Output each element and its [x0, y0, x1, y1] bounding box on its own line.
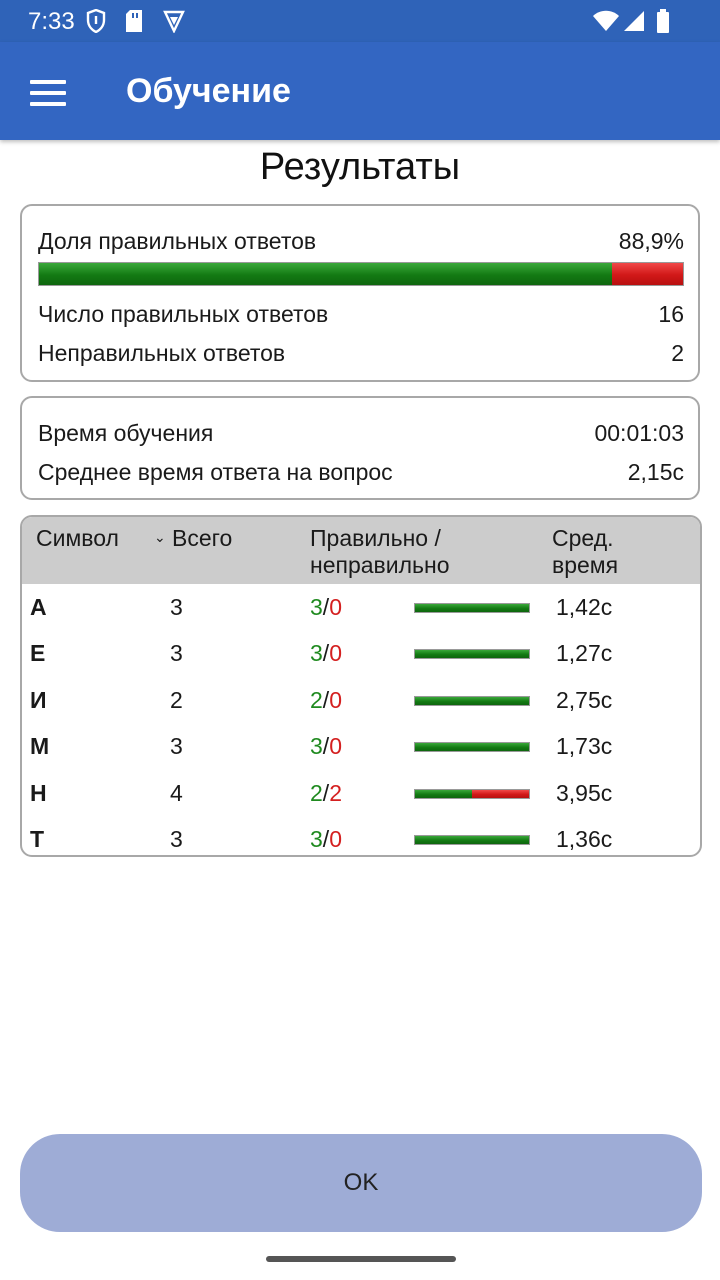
row-progress-correct — [415, 650, 529, 658]
row-symbol: И — [30, 687, 47, 713]
row-wrong-count: 0 — [329, 826, 342, 852]
row-wrong-count: 0 — [329, 687, 342, 713]
row-correct-count: 3 — [310, 640, 323, 666]
table-row: М 3 3/0 1,73с — [22, 725, 700, 771]
table-header: Символ ⌄ Всего Правильно / неправильно С… — [22, 517, 700, 584]
row-progress-bar — [414, 603, 530, 613]
row-ratio: 3/0 — [310, 733, 342, 760]
share-value: 88,9% — [618, 228, 684, 254]
row-progress-correct — [415, 836, 529, 844]
share-progress-wrong — [611, 263, 683, 285]
row-avg-time: 1,36с — [556, 826, 613, 852]
table-row: Е 3 3/0 1,27с — [22, 632, 700, 678]
status-bar: 7:33 — [0, 0, 720, 42]
vpn-icon — [162, 9, 186, 38]
row-ratio: 3/0 — [310, 826, 342, 853]
gesture-nav-handle[interactable] — [266, 1256, 456, 1262]
row-wrong-count: 2 — [329, 780, 342, 806]
shield-icon — [86, 8, 106, 38]
row-avg-time: 1,73с — [556, 733, 613, 759]
row-progress-correct — [415, 604, 529, 612]
row-wrong-count: 0 — [329, 733, 342, 759]
column-ratio-header-line1: Правильно / — [310, 525, 441, 551]
share-progress-bar — [38, 262, 684, 286]
share-progress-correct — [39, 263, 612, 285]
cellular-signal-icon — [622, 9, 646, 38]
training-time-label: Время обучения — [38, 420, 214, 446]
row-progress-bar — [414, 696, 530, 706]
timing-card: Время обучения 00:01:03 Среднее время от… — [20, 396, 700, 500]
symbol-stats-table: Символ ⌄ Всего Правильно / неправильно С… — [20, 515, 702, 857]
column-avg-header-line2: время — [552, 552, 619, 578]
row-progress-correct — [415, 743, 529, 751]
row-ratio: 2/0 — [310, 687, 342, 714]
app-title: Обучение — [126, 72, 291, 110]
row-progress-bar — [414, 835, 530, 845]
table-row: Т 3 3/0 1,36с — [22, 818, 700, 855]
row-total: 3 — [170, 594, 183, 620]
row-total: 4 — [170, 780, 183, 806]
row-correct-count: 2 — [310, 687, 323, 713]
column-symbol-header[interactable]: Символ — [36, 525, 119, 552]
summary-card: Доля правильных ответов 88,9% Число прав… — [20, 204, 700, 382]
training-time-value: 00:01:03 — [594, 420, 684, 446]
ok-button[interactable]: OK — [20, 1134, 702, 1232]
avg-time-label: Среднее время ответа на вопрос — [38, 459, 393, 485]
wrong-count-label: Неправильных ответов — [38, 340, 286, 366]
row-progress-correct — [415, 790, 472, 798]
row-total: 3 — [170, 640, 183, 666]
chevron-down-icon: ⌄ — [154, 529, 166, 545]
row-progress-bar — [414, 649, 530, 659]
column-ratio-header[interactable]: Правильно / неправильно — [310, 525, 450, 579]
hamburger-menu-icon[interactable] — [30, 80, 66, 106]
avg-time-value: 2,15с — [627, 459, 684, 485]
row-total: 3 — [170, 826, 183, 852]
column-ratio-header-line2: неправильно — [310, 552, 450, 578]
battery-icon — [656, 9, 670, 38]
table-row: А 3 3/0 1,42с — [22, 586, 700, 632]
sd-card-icon — [124, 9, 144, 38]
row-correct-count: 3 — [310, 594, 323, 620]
wifi-icon — [592, 9, 620, 38]
row-avg-time: 1,27с — [556, 640, 613, 666]
page-title: Результаты — [259, 146, 461, 188]
table-row: Н 4 2/2 3,95с — [22, 772, 700, 818]
row-ratio: 2/2 — [310, 780, 342, 807]
app-bar: Обучение — [0, 42, 720, 140]
row-correct-count: 3 — [310, 826, 323, 852]
column-total-header[interactable]: Всего — [172, 525, 232, 552]
row-symbol: Т — [30, 826, 45, 852]
row-correct-count: 2 — [310, 780, 323, 806]
row-progress-correct — [415, 697, 529, 705]
row-progress-bar — [414, 742, 530, 752]
row-avg-time: 2,75с — [556, 687, 613, 713]
correct-count-label: Число правильных ответов — [38, 301, 329, 327]
row-ratio: 3/0 — [310, 640, 342, 667]
row-total: 2 — [170, 687, 183, 713]
row-avg-time: 1,42с — [556, 594, 613, 620]
row-symbol: Н — [30, 780, 47, 806]
status-time: 7:33 — [28, 8, 75, 35]
correct-count-value: 16 — [658, 301, 684, 327]
row-correct-count: 3 — [310, 733, 323, 759]
row-symbol: Е — [30, 640, 46, 666]
row-wrong-count: 0 — [329, 640, 342, 666]
table-row: И 2 2/0 2,75с — [22, 679, 700, 725]
row-total: 3 — [170, 733, 183, 759]
row-progress-wrong — [472, 790, 529, 798]
column-avg-header-line1: Сред. — [552, 525, 614, 551]
share-label: Доля правильных ответов — [38, 228, 317, 254]
row-symbol: М — [30, 733, 50, 759]
row-avg-time: 3,95с — [556, 780, 613, 806]
wrong-count-value: 2 — [671, 340, 684, 366]
column-avg-header[interactable]: Сред. время — [552, 525, 618, 579]
row-progress-bar — [414, 789, 530, 799]
row-ratio: 3/0 — [310, 594, 342, 621]
row-symbol: А — [30, 594, 47, 620]
row-wrong-count: 0 — [329, 594, 342, 620]
